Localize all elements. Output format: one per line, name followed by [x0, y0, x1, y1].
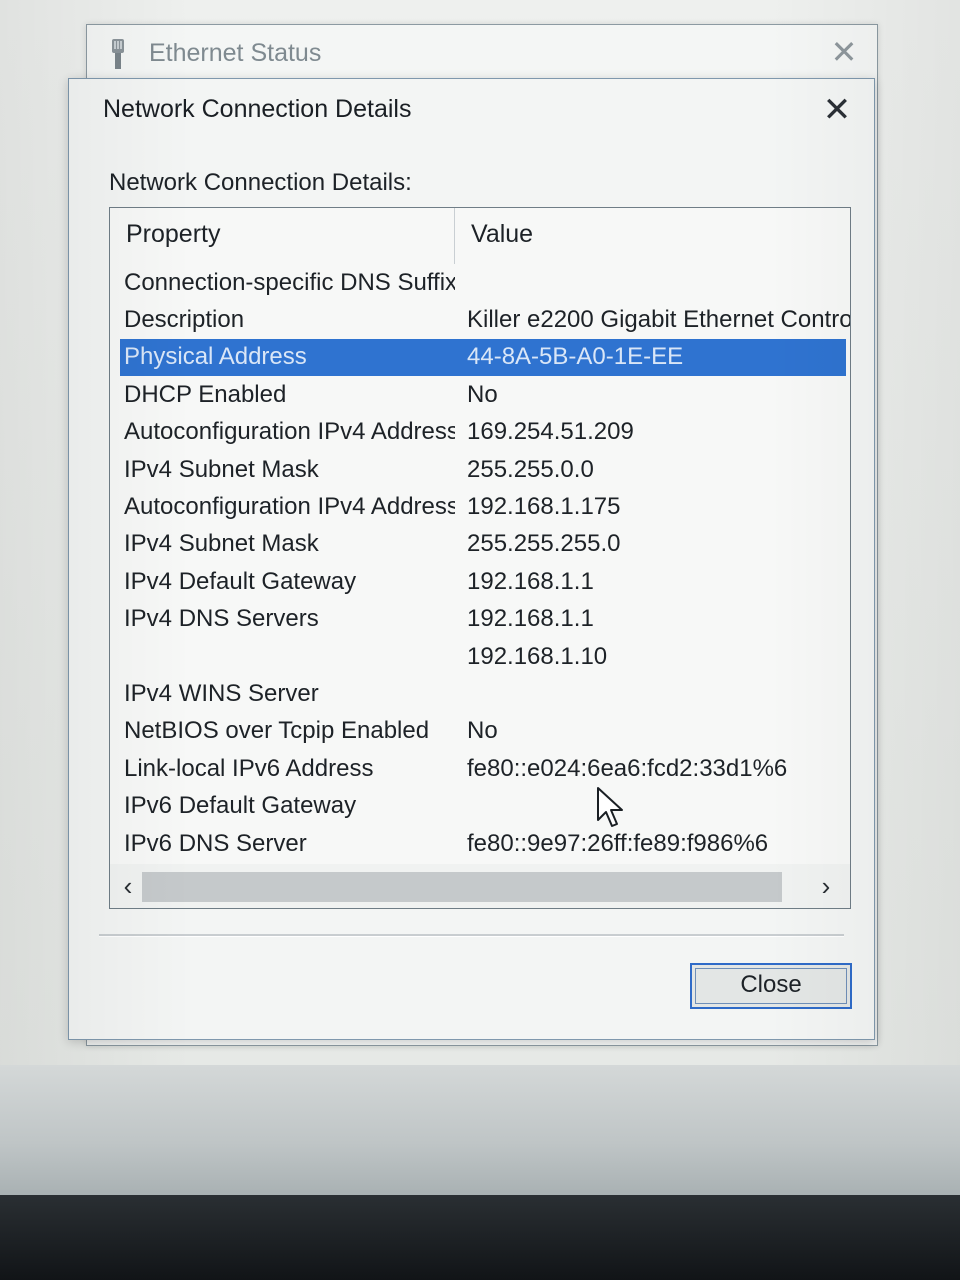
list-item[interactable]: NetBIOS over Tcpip Enabled No [110, 713, 850, 750]
list-item[interactable]: IPv4 WINS Server [110, 675, 850, 712]
close-button[interactable]: Close [690, 963, 852, 1009]
property-cell: Physical Address [124, 343, 307, 371]
value-cell: 169.254.51.209 [467, 418, 634, 446]
value-cell: 192.168.1.175 [467, 493, 621, 521]
network-connection-details-dialog: Network Connection Details ✕ Network Con… [68, 78, 875, 1040]
property-cell: IPv4 Subnet Mask [124, 455, 319, 483]
parent-titlebar: Ethernet Status ✕ [87, 25, 877, 75]
value-cell: fe80::e024:6ea6:fcd2:33d1%6 [467, 754, 788, 782]
property-cell: Description [124, 306, 245, 334]
value-cell: No [467, 717, 498, 745]
value-cell: 255.255.255.0 [467, 530, 621, 558]
horizontal-scrollbar[interactable]: ‹ › [110, 864, 850, 908]
property-cell: Autoconfiguration IPv4 Address [124, 418, 455, 446]
property-cell: IPv4 Default Gateway [124, 567, 357, 595]
ethernet-plug-icon [112, 39, 124, 69]
value-cell: 192.168.1.1 [467, 605, 594, 633]
parent-window-title: Ethernet Status [149, 39, 322, 67]
property-cell: IPv4 Subnet Mask [124, 530, 319, 558]
column-header-property[interactable]: Property [110, 208, 455, 264]
list-item[interactable]: IPv4 Default Gateway 192.168.1.1 [110, 563, 850, 600]
list-item[interactable]: IPv6 DNS Server fe80::9e97:26ff:fe89:f98… [110, 825, 850, 862]
property-cell: Autoconfiguration IPv4 Address [124, 493, 455, 521]
list-rows: Connection-specific DNS Suffix Descripti… [110, 264, 850, 862]
value-cell: fe80::9e97:26ff:fe89:f986%6 [467, 829, 769, 857]
value-cell: No [467, 380, 498, 408]
value-cell: 255.255.0.0 [467, 455, 594, 483]
list-item[interactable]: Connection-specific DNS Suffix [110, 264, 850, 301]
list-item[interactable]: IPv4 Subnet Mask 255.255.255.0 [110, 526, 850, 563]
list-item[interactable]: IPv6 Default Gateway [110, 787, 850, 824]
dialog-title: Network Connection Details [103, 95, 412, 123]
property-cell: NetBIOS over Tcpip Enabled [124, 717, 430, 745]
screen-lower-area [0, 1065, 960, 1195]
property-cell: Connection-specific DNS Suffix [124, 268, 455, 296]
list-header: Property Value [110, 208, 850, 264]
value-cell: 192.168.1.10 [467, 642, 608, 670]
list-item[interactable]: IPv4 DNS Servers 192.168.1.1 [110, 601, 850, 638]
close-button-label: Close [740, 971, 802, 998]
list-item[interactable]: Autoconfiguration IPv4 Address 169.254.5… [110, 414, 850, 451]
list-item-selected[interactable]: Physical Address 44-8A-5B-A0-1E-EE [120, 338, 846, 377]
column-header-value[interactable]: Value [455, 208, 850, 264]
close-icon[interactable]: ✕ [820, 93, 854, 127]
property-cell: IPv4 DNS Servers [124, 605, 319, 633]
property-cell: IPv4 WINS Server [124, 679, 319, 707]
scroll-right-icon[interactable]: › [812, 872, 840, 900]
list-item[interactable]: Description Killer e2200 Gigabit Etherne… [110, 301, 850, 338]
scroll-left-icon[interactable]: ‹ [114, 872, 142, 900]
scrollbar-thumb[interactable] [142, 872, 782, 902]
property-cell: IPv6 DNS Server [124, 829, 307, 857]
property-cell: DHCP Enabled [124, 380, 287, 408]
list-item[interactable]: DHCP Enabled No [110, 376, 850, 413]
separator [99, 934, 844, 937]
property-cell: IPv6 Default Gateway [124, 792, 357, 820]
value-cell: Killer e2200 Gigabit Ethernet Controll [467, 306, 850, 334]
parent-close-icon[interactable]: ✕ [829, 36, 859, 68]
list-item[interactable]: Link-local IPv6 Address fe80::e024:6ea6:… [110, 750, 850, 787]
list-item[interactable]: Autoconfiguration IPv4 Address 192.168.1… [110, 488, 850, 525]
value-cell: 192.168.1.1 [467, 567, 594, 595]
mouse-pointer-icon [597, 787, 623, 827]
details-group-label: Network Connection Details: [109, 169, 412, 196]
list-item[interactable]: IPv4 Subnet Mask 255.255.0.0 [110, 451, 850, 488]
monitor-bezel [0, 1195, 960, 1280]
details-list-view[interactable]: Property Value Connection-specific DNS S… [109, 207, 851, 909]
value-cell: 44-8A-5B-A0-1E-EE [467, 343, 684, 371]
list-item[interactable]: 192.168.1.10 [110, 638, 850, 675]
property-cell: Link-local IPv6 Address [124, 754, 374, 782]
